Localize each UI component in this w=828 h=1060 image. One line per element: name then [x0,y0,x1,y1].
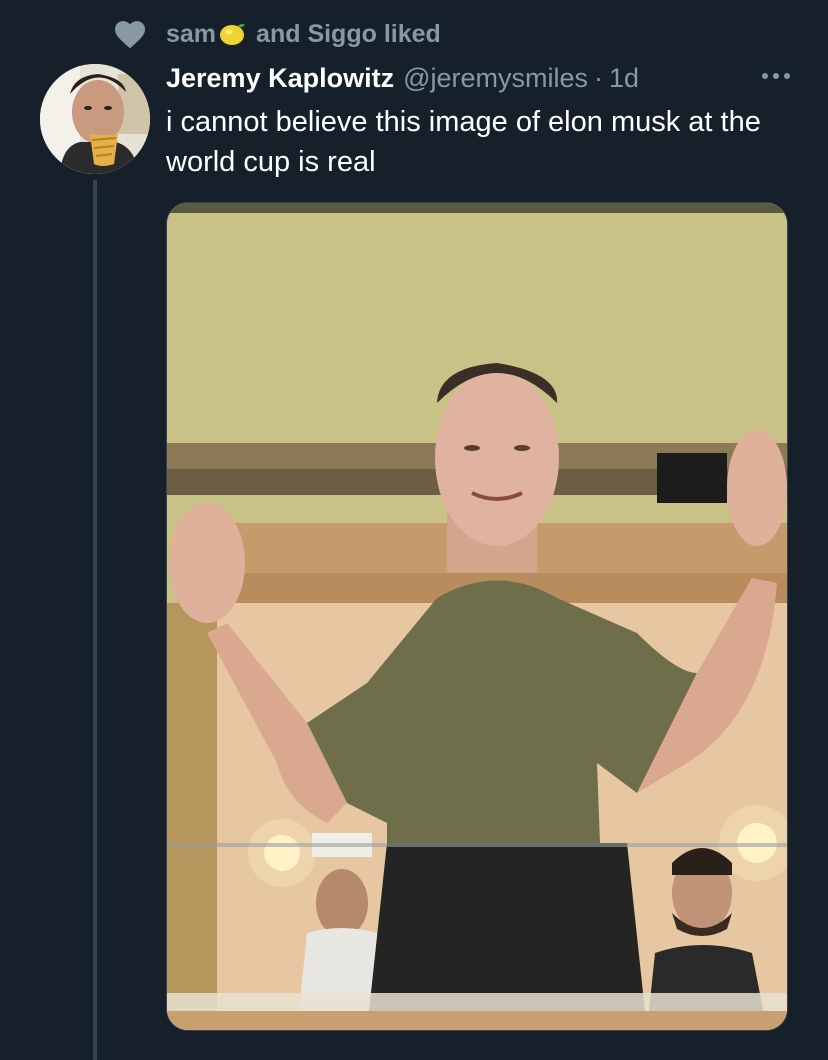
author-handle[interactable]: @jeremysmiles [403,63,588,94]
heart-icon [115,21,145,49]
tweet-photo[interactable] [166,202,788,1031]
liked-by-user-link[interactable]: sam [166,20,216,49]
tweet-header: Jeremy Kaplowitz @jeremysmiles · 1d [166,56,796,100]
more-options-icon [762,73,790,79]
timestamp[interactable]: 1d [609,63,639,94]
photo-image [167,203,787,1030]
tweet-text: i cannot believe this image of elon musk… [166,106,761,178]
avatar[interactable] [40,64,150,174]
author-name[interactable]: Jeremy Kaplowitz [166,63,394,94]
more-options-button[interactable] [758,58,794,94]
social-context: sam and Siggo liked [110,14,441,54]
tweet[interactable]: sam and Siggo liked Jeremy Kaplowitz @je… [0,0,828,1060]
lemon-emoji [220,23,246,45]
liked-by-rest: and Siggo liked [256,19,441,48]
separator: · [594,62,604,93]
thread-line [93,180,97,1060]
avatar-image [40,64,150,174]
